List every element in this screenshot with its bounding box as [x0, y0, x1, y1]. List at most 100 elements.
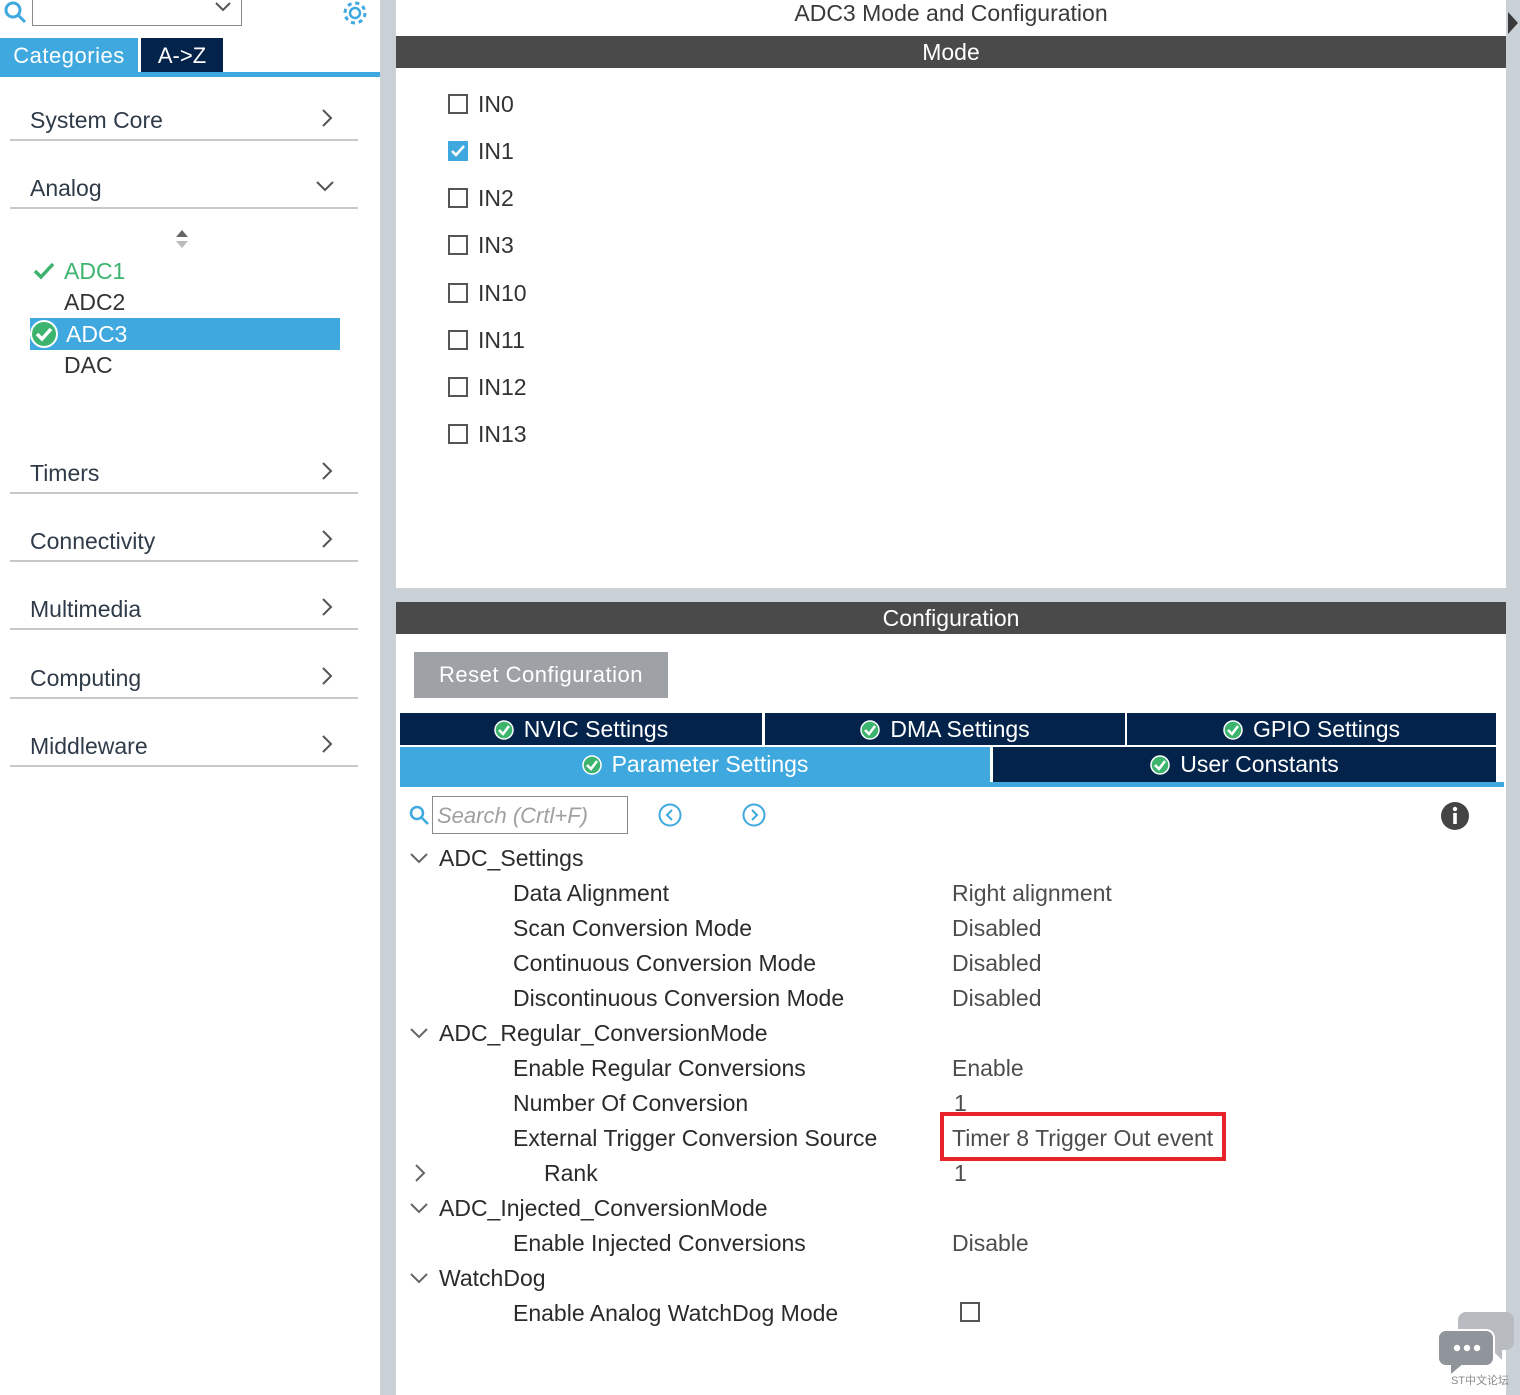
watchdog-checkbox[interactable] [960, 1302, 980, 1322]
channel-label: IN10 [478, 280, 527, 306]
tab-user-constants[interactable]: User Constants [993, 747, 1496, 782]
checkbox[interactable] [448, 235, 468, 255]
param-value[interactable]: 1 [954, 1160, 967, 1187]
info-icon[interactable] [1440, 801, 1470, 831]
check-circle-icon [494, 720, 514, 740]
category-timers[interactable]: Timers [10, 452, 358, 494]
param-value[interactable]: Disabled [952, 915, 1042, 942]
channel-label: IN0 [478, 91, 514, 117]
chevron-right-icon[interactable] [408, 1162, 430, 1184]
category-label: Multimedia [30, 596, 142, 622]
tree-group-adc-regular-conversionmode[interactable]: ADC_Regular_ConversionMode [400, 1016, 1500, 1051]
tree-group-adc-settings[interactable]: ADC_Settings [400, 841, 1500, 876]
checkmark-icon [451, 145, 465, 157]
category-label: Connectivity [30, 528, 156, 554]
param-name: Number Of Conversion [513, 1090, 749, 1116]
param-name: Discontinuous Conversion Mode [513, 985, 845, 1011]
param-name: Data Alignment [513, 880, 669, 906]
channel-label: IN13 [478, 421, 527, 447]
chevron-right-icon [322, 109, 333, 127]
tab-dma-settings[interactable]: DMA Settings [765, 713, 1125, 745]
chevron-down-icon[interactable] [408, 1022, 430, 1044]
checkbox[interactable] [448, 330, 468, 350]
search-icon[interactable] [2, 0, 28, 26]
channel-label: IN12 [478, 374, 527, 400]
check-circle-icon [1150, 755, 1170, 775]
param-name: Enable Regular Conversions [513, 1055, 806, 1081]
tree-group-adc-injected-conversionmode[interactable]: ADC_Injected_ConversionMode [400, 1191, 1500, 1226]
chevron-down-icon[interactable] [408, 847, 430, 869]
tab-parameter-settings[interactable]: Parameter Settings [400, 747, 990, 782]
panel-splitter[interactable] [396, 588, 1506, 602]
panel-splitter[interactable] [380, 0, 396, 1395]
tab-nvic-settings[interactable]: NVIC Settings [400, 713, 762, 745]
peripheral-dac[interactable]: DAC [30, 349, 340, 381]
left-panel: Categories A->Z System Core Analog ADC1 … [0, 0, 380, 1395]
category-system-core[interactable]: System Core [10, 99, 358, 141]
param-row-enable-regular-conversions[interactable]: Enable Regular Conversions Enable [400, 1051, 1500, 1086]
next-match-icon[interactable] [741, 802, 767, 828]
checkbox[interactable] [448, 283, 468, 303]
peripheral-adc3[interactable]: ADC3 [30, 318, 340, 350]
chevron-right-icon [322, 530, 333, 548]
tab-gpio-settings[interactable]: GPIO Settings [1127, 713, 1496, 745]
checkbox[interactable] [448, 94, 468, 114]
checkbox[interactable] [448, 377, 468, 397]
chevron-down-icon[interactable] [408, 1267, 430, 1289]
peripheral-label: ADC2 [64, 289, 126, 315]
param-value[interactable]: Disabled [952, 950, 1042, 977]
checkbox[interactable] [448, 188, 468, 208]
checkbox-checked[interactable] [448, 141, 468, 161]
peripheral-adc1[interactable]: ADC1 [30, 255, 340, 287]
param-row-rank[interactable]: Rank 1 [400, 1156, 1500, 1191]
category-label: Middleware [30, 733, 148, 759]
chevron-right-icon [322, 462, 333, 480]
channel-label: IN3 [478, 232, 514, 258]
tab-categories[interactable]: Categories [0, 38, 138, 74]
param-row-data-alignment[interactable]: Data Alignment Right alignment [400, 876, 1500, 911]
check-circle-icon [860, 720, 881, 740]
channel-label: IN11 [478, 327, 525, 353]
param-row-continuous-conversion-mode[interactable]: Continuous Conversion Mode Disabled [400, 946, 1500, 981]
category-analog[interactable]: Analog [10, 167, 358, 209]
param-row-scan-conversion-mode[interactable]: Scan Conversion Mode Disabled [400, 911, 1500, 946]
param-row-discontinuous-conversion-mode[interactable]: Discontinuous Conversion Mode Disabled [400, 981, 1500, 1016]
checkbox[interactable] [448, 424, 468, 444]
param-value[interactable]: Disable [952, 1230, 1029, 1257]
category-middleware[interactable]: Middleware [10, 725, 358, 767]
parameter-search-input[interactable]: Search (Crtl+F) [432, 796, 628, 834]
chevron-down-icon [316, 181, 334, 192]
category-search-combobox[interactable] [32, 0, 242, 26]
chevron-right-icon [322, 598, 333, 616]
category-multimedia[interactable]: Multimedia [10, 588, 358, 630]
reset-configuration-button[interactable]: Reset Configuration [414, 652, 668, 698]
chevron-down-icon[interactable] [408, 1197, 430, 1219]
collapse-arrow-icon[interactable] [1506, 8, 1520, 38]
group-label: WatchDog [439, 1265, 546, 1291]
param-row-enable-analog-watchdog-mode[interactable]: Enable Analog WatchDog Mode [400, 1296, 1500, 1331]
previous-match-icon[interactable] [657, 802, 683, 828]
sort-icon[interactable] [174, 228, 190, 250]
peripheral-label: ADC1 [64, 258, 126, 284]
right-scrollbar[interactable] [1506, 0, 1520, 1395]
category-connectivity[interactable]: Connectivity [10, 520, 358, 562]
tab-label: User Constants [1180, 751, 1339, 777]
category-computing[interactable]: Computing [10, 657, 358, 699]
param-row-enable-injected-conversions[interactable]: Enable Injected Conversions Disable [400, 1226, 1500, 1261]
peripheral-label: ADC3 [66, 321, 128, 347]
param-value[interactable]: Right alignment [952, 880, 1112, 907]
configuration-header: Configuration [396, 602, 1506, 634]
tree-group-watchdog[interactable]: WatchDog [400, 1261, 1500, 1296]
param-value[interactable]: Disabled [952, 985, 1042, 1012]
watermark-text: ST中文论坛 [1450, 1375, 1510, 1387]
param-value[interactable]: Enable [952, 1055, 1024, 1082]
param-name: Scan Conversion Mode [513, 915, 753, 941]
chevron-right-icon [322, 735, 333, 753]
tab-underline [0, 72, 380, 77]
tab-underline [400, 782, 1504, 787]
gear-icon[interactable] [340, 0, 370, 28]
tab-label: DMA Settings [890, 716, 1030, 742]
tab-a-to-z[interactable]: A->Z [141, 38, 223, 74]
param-name: Enable Analog WatchDog Mode [513, 1300, 839, 1326]
peripheral-adc2[interactable]: ADC2 [30, 286, 340, 318]
